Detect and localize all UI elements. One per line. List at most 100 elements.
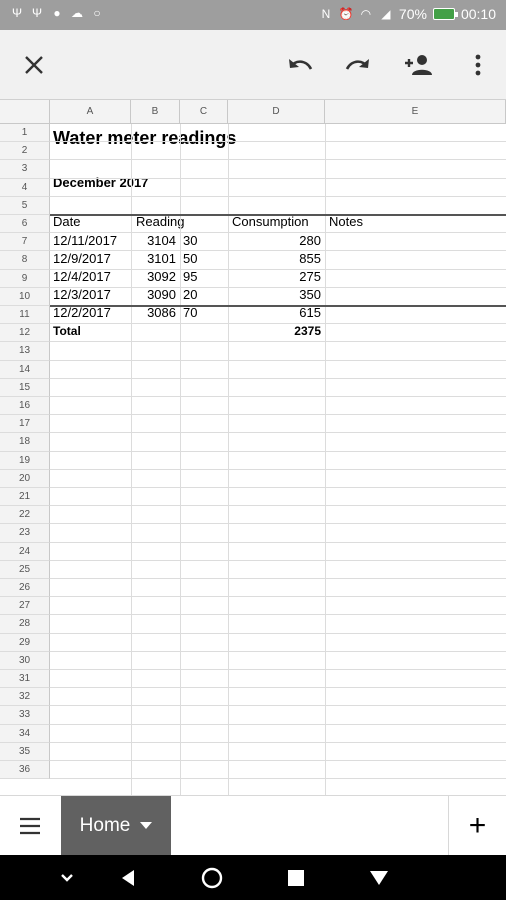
column-gridline <box>228 124 229 795</box>
add-sheet-button[interactable]: + <box>448 796 506 856</box>
column-gridline <box>131 124 132 795</box>
row-header[interactable]: 8 <box>0 251 50 270</box>
row-gridline <box>50 468 506 470</box>
row-gridline <box>50 687 506 689</box>
cell-reading-decimal[interactable]: 70 <box>183 305 197 320</box>
header-reading[interactable]: Reading <box>136 214 184 229</box>
notification-pull-icon[interactable] <box>364 863 394 893</box>
cell-date[interactable]: 12/2/2017 <box>53 305 111 320</box>
system-icons: N ⏰ ◠ ◢ 70% 00:10 <box>319 6 496 22</box>
row-header[interactable]: 5 <box>0 196 50 215</box>
row-header[interactable]: 26 <box>0 579 50 598</box>
row-gridline <box>50 723 506 725</box>
row-header[interactable]: 11 <box>0 306 50 325</box>
cell-date[interactable]: 12/11/2017 <box>53 233 117 248</box>
wifi-icon: ◠ <box>360 7 372 21</box>
cell-consumption[interactable]: 615 <box>228 305 321 320</box>
header-date[interactable]: Date <box>53 214 80 229</box>
header-consumption[interactable]: Consumption <box>232 214 309 229</box>
row-gridline <box>50 669 506 670</box>
row-header[interactable]: 24 <box>0 542 50 561</box>
row-header[interactable]: 4 <box>0 178 50 197</box>
total-label[interactable]: Total <box>53 324 81 338</box>
cell-date[interactable]: 12/3/2017 <box>53 287 111 302</box>
row-header[interactable]: 35 <box>0 742 50 761</box>
row-header[interactable]: 1 <box>0 124 50 143</box>
row-header[interactable]: 20 <box>0 469 50 488</box>
select-all-corner[interactable] <box>0 100 50 124</box>
row-gridline <box>50 578 506 579</box>
back-icon[interactable] <box>113 863 143 893</box>
row-header[interactable]: 18 <box>0 433 50 452</box>
cell-reading-decimal[interactable]: 20 <box>183 287 197 302</box>
header-notes[interactable]: Notes <box>329 214 363 229</box>
row-header[interactable]: 13 <box>0 342 50 361</box>
total-value[interactable]: 2375 <box>228 324 321 338</box>
row-header[interactable]: 9 <box>0 269 50 288</box>
cell-reading-decimal[interactable]: 95 <box>183 269 197 284</box>
row-header[interactable]: 23 <box>0 524 50 543</box>
cell-reading[interactable]: 3101 <box>131 251 176 266</box>
row-header[interactable]: 28 <box>0 615 50 634</box>
more-vert-icon[interactable] <box>460 47 496 83</box>
cell-reading[interactable]: 3090 <box>131 287 176 302</box>
column-header-c[interactable]: C <box>180 100 228 124</box>
cell-reading[interactable]: 3092 <box>131 269 176 284</box>
signal-icon: ◢ <box>381 7 391 21</box>
hide-keyboard-icon[interactable] <box>52 863 82 893</box>
row-header[interactable]: 3 <box>0 160 50 179</box>
cell-consumption[interactable]: 275 <box>228 269 321 284</box>
row-header[interactable]: 21 <box>0 488 50 507</box>
row-gridline <box>50 614 506 616</box>
sheets-menu-icon[interactable] <box>0 796 60 856</box>
cell-reading[interactable]: 3104 <box>131 233 176 248</box>
row-header[interactable]: 36 <box>0 761 50 780</box>
row-header[interactable]: 32 <box>0 688 50 707</box>
cell-consumption[interactable]: 280 <box>228 233 321 248</box>
cell-date[interactable]: 12/9/2017 <box>53 251 111 266</box>
row-header[interactable]: 17 <box>0 415 50 434</box>
row-header[interactable]: 2 <box>0 142 50 161</box>
row-gridline <box>50 268 506 270</box>
row-header[interactable]: 29 <box>0 633 50 652</box>
row-header[interactable]: 33 <box>0 706 50 725</box>
cell-reading-decimal[interactable]: 50 <box>183 251 197 266</box>
close-icon[interactable] <box>16 47 52 83</box>
cell-consumption[interactable]: 350 <box>228 287 321 302</box>
sheet-title[interactable]: Water meter readings <box>53 128 236 149</box>
cell-consumption[interactable]: 855 <box>228 251 321 266</box>
sheet-tab-home[interactable]: Home <box>61 796 171 856</box>
row-gridline <box>50 141 506 143</box>
dropdown-arrow-icon[interactable] <box>140 822 153 830</box>
home-icon[interactable] <box>197 863 227 893</box>
add-person-icon[interactable] <box>400 47 436 83</box>
row-header[interactable]: 14 <box>0 360 50 379</box>
row-header[interactable]: 7 <box>0 233 50 252</box>
row-header[interactable]: 10 <box>0 287 50 306</box>
cell-reading[interactable]: 3086 <box>131 305 176 320</box>
cell-area[interactable]: Water meter readings December 2017 Date … <box>50 124 506 795</box>
row-header[interactable]: 15 <box>0 378 50 397</box>
row-header[interactable]: 30 <box>0 651 50 670</box>
row-header[interactable]: 27 <box>0 597 50 616</box>
column-header-d[interactable]: D <box>228 100 325 124</box>
row-header[interactable]: 31 <box>0 670 50 689</box>
row-header[interactable]: 34 <box>0 724 50 743</box>
recents-icon[interactable] <box>281 863 311 893</box>
row-header[interactable]: 19 <box>0 451 50 470</box>
spreadsheet-grid[interactable]: A B C D E 1 2 3 4 5 6 7 8 9 10 11 12 13 14 15 16 17 18 19 2… <box>0 100 506 795</box>
column-header-a[interactable]: A <box>50 100 131 124</box>
row-header[interactable]: 25 <box>0 560 50 579</box>
row-gridline <box>50 323 506 325</box>
battery-percent: 70% <box>398 6 427 22</box>
row-header[interactable]: 12 <box>0 324 50 343</box>
redo-icon[interactable] <box>340 47 376 83</box>
cell-date[interactable]: 12/4/2017 <box>53 269 111 284</box>
row-header[interactable]: 22 <box>0 506 50 525</box>
row-header[interactable]: 16 <box>0 397 50 416</box>
row-header[interactable]: 6 <box>0 215 50 234</box>
undo-icon[interactable] <box>282 47 318 83</box>
column-header-b[interactable]: B <box>131 100 180 124</box>
cell-reading-decimal[interactable]: 30 <box>183 233 197 248</box>
column-header-e[interactable]: E <box>325 100 506 124</box>
